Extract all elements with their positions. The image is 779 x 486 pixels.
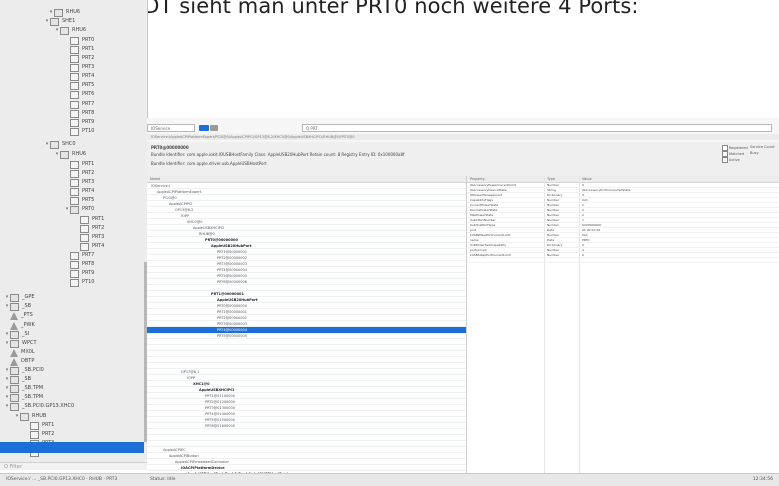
value-col-header[interactable]: Value xyxy=(582,176,592,182)
tree-selection-highlight xyxy=(0,442,144,453)
search-input[interactable]: Q PRT xyxy=(302,124,772,132)
property-header: Property Type Value xyxy=(467,176,779,183)
status-bar: IOService:/ … _SB.PCI0.GP13.XHC0 · RHUB … xyxy=(0,473,779,486)
tree-node-label: PT10 xyxy=(82,128,95,134)
property-table[interactable]: Property Type Value IOAccessoryPowerCurr… xyxy=(467,176,779,473)
tree-node[interactable]: PT10 xyxy=(64,276,94,289)
tree-node-label: PT10 xyxy=(82,279,95,285)
busy-label: Busy xyxy=(750,151,759,155)
property-row[interactable] xyxy=(467,258,779,263)
service-count-label: Service Count xyxy=(750,145,775,149)
status-time: 12:34:56 xyxy=(752,477,773,482)
property-col-header[interactable]: Property xyxy=(470,176,485,182)
bundle-info-line: Bundle Identifier: com.apple.driver.usb.… xyxy=(151,161,267,166)
path-bar: IOService:/AppleACPIPlatformExpert/PCI0@… xyxy=(147,134,779,140)
plane-toggle-button[interactable] xyxy=(199,125,209,131)
device-icon xyxy=(70,278,79,287)
status-state: Status: Idle xyxy=(150,477,176,482)
ioregistry-panel: IOService Q PRT IOService:/AppleACPIPlat… xyxy=(147,118,779,473)
ioregistry-tree[interactable]: Name IOService:/AppleACPIPlatformExpert P… xyxy=(147,176,467,473)
tree-filter-field[interactable]: Q Filter xyxy=(0,462,147,470)
device-icon xyxy=(70,127,79,136)
view-toggle-button[interactable] xyxy=(210,125,218,131)
checkbox-icon xyxy=(722,157,728,163)
status-path: IOService:/ … _SB.PCI0.GP13.XHC0 · RHUB … xyxy=(6,477,118,482)
tree-node[interactable]: PT10 xyxy=(64,125,94,138)
type-col-header[interactable]: Type xyxy=(547,176,555,182)
toolbar: IOService Q PRT xyxy=(147,124,779,133)
tree-header: Name xyxy=(147,176,466,183)
acpi-tree-panel: ▾ RHU6 ▾ SHE1 ▾ RHU6 PRT0 PRT1 PRT2 PRT3 PRT4 PRT5 P… xyxy=(0,0,148,462)
check-active[interactable]: Active xyxy=(722,157,740,163)
service-plane-select[interactable]: IOService xyxy=(147,124,195,132)
object-title: PRT0@00000000 xyxy=(151,145,189,150)
object-info-line: Bundle Identifier: com.apple.iokit.IOUSB… xyxy=(151,152,405,157)
